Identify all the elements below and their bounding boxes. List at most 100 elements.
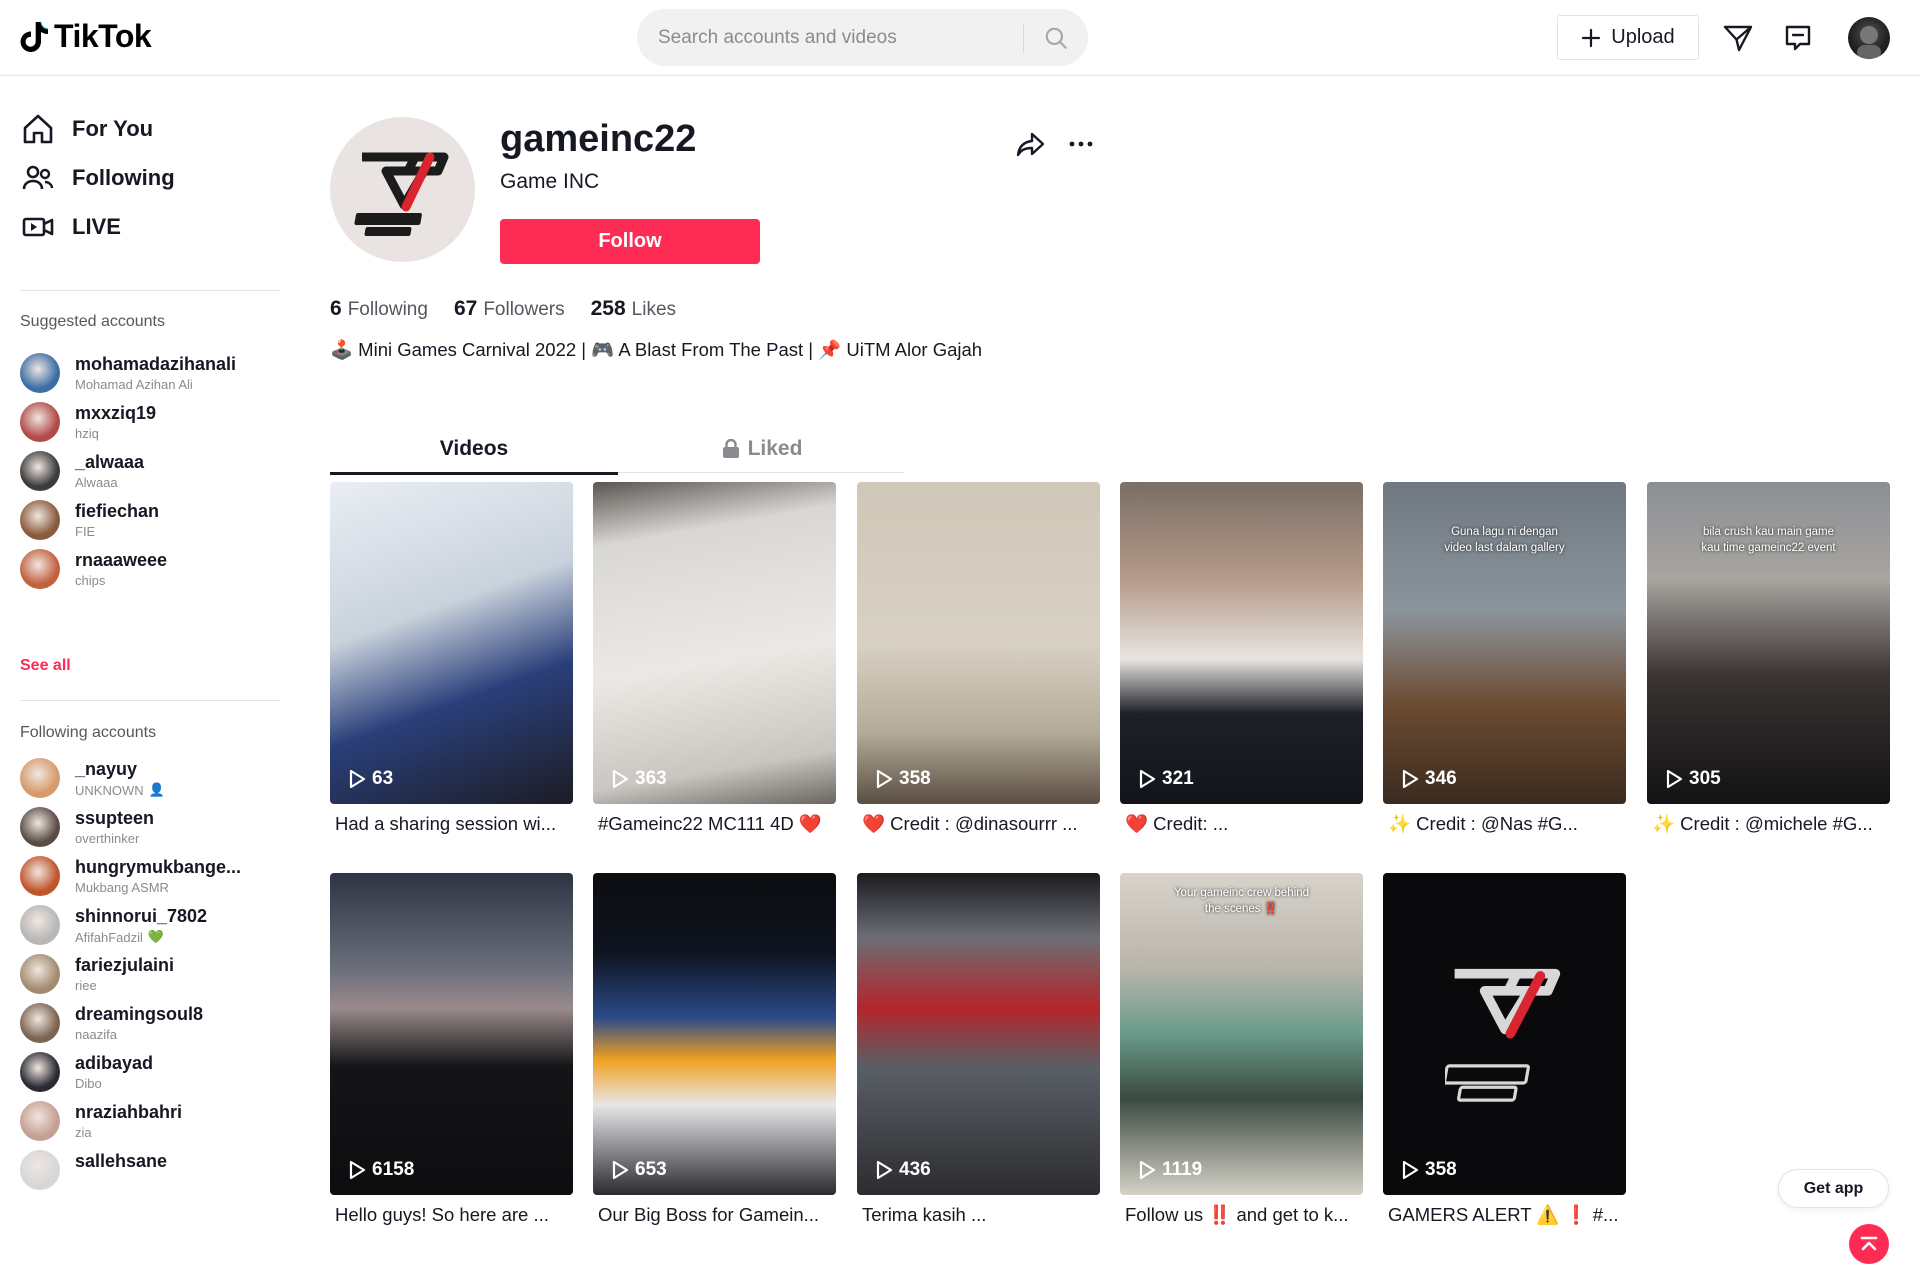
tiktok-logo[interactable]: TikTok <box>20 18 152 55</box>
tab-liked[interactable]: Liked <box>618 425 906 473</box>
account-nickname-text: overthinker <box>75 831 140 846</box>
account-nickname-text: zia <box>75 1125 92 1140</box>
video-caption[interactable]: #Gameinc22 MC111 4D ❤️ <box>593 813 833 835</box>
account-nickname: Mohamad Azihan Ali <box>75 377 193 392</box>
video-card[interactable]: 363 #Gameinc22 MC111 4D ❤️ <box>593 482 836 835</box>
nav-for-you[interactable]: For You <box>20 105 153 153</box>
video-caption[interactable]: ❤️ Credit: ... <box>1120 813 1360 835</box>
search-bar <box>637 9 1088 66</box>
user-avatar[interactable] <box>1848 17 1890 59</box>
account-nickname: Dibo <box>75 1076 102 1091</box>
video-caption[interactable]: Terima kasih ... <box>857 1204 1097 1226</box>
video-card[interactable]: 321 ❤️ Credit: ... <box>1120 482 1363 835</box>
account-username: _alwaaa <box>75 452 145 472</box>
gameinc-logo <box>1445 968 1561 1102</box>
video-thumbnail[interactable]: 358 <box>857 482 1100 804</box>
people-icon <box>22 165 54 190</box>
view-count: 6158 <box>348 1159 414 1181</box>
nav-live[interactable]: LIVE <box>20 203 121 251</box>
video-thumbnail[interactable]: 63 <box>330 482 573 804</box>
video-thumbnail[interactable]: 358 <box>1383 873 1626 1195</box>
account-avatar <box>20 1101 60 1141</box>
account-nickname: riee <box>75 978 97 993</box>
tab-label: Videos <box>439 437 509 460</box>
tab-videos[interactable]: Videos <box>330 425 618 475</box>
video-card[interactable]: 358 GAMERS ALERT ⚠️ ❗ #... <box>1383 873 1626 1226</box>
video-caption[interactable]: ✨ Credit : @michele #G... <box>1647 813 1887 835</box>
account-item[interactable]: fiefiechan FIE <box>20 494 290 546</box>
get-app-button[interactable]: Get app <box>1778 1169 1889 1208</box>
video-caption[interactable]: Follow us ‼️ and get to k... <box>1120 1204 1360 1226</box>
video-thumbnail[interactable]: Your gameinc crew behind the scenes ‼️ 11… <box>1120 873 1363 1195</box>
account-item[interactable]: mxxziq19 hziq <box>20 396 290 448</box>
upload-button[interactable]: Upload <box>1557 15 1699 60</box>
follow-button[interactable]: Follow <box>500 219 760 264</box>
video-caption[interactable]: Had a sharing session wi... <box>330 813 570 835</box>
account-username: nraziahbahri <box>75 1102 183 1122</box>
video-thumbnail[interactable]: 653 <box>593 873 836 1195</box>
nav-label: LIVE <box>72 214 121 239</box>
account-username: fiefiechan <box>75 501 160 521</box>
video-card[interactable]: 358 ❤️ Credit : @dinasourrr ... <box>857 482 1100 835</box>
account-item[interactable]: hungrymukbange... Mukbang ASMR <box>20 850 290 902</box>
video-thumbnail[interactable]: 6158 <box>330 873 573 1195</box>
scroll-to-top-button[interactable] <box>1849 1224 1889 1264</box>
video-thumbnail[interactable]: bila crush kau main game kau time gamein… <box>1647 482 1890 804</box>
followers-stat[interactable]: 67 Followers <box>454 297 565 321</box>
likes-stat: 258 Likes <box>591 297 676 321</box>
more-icon[interactable] <box>1065 128 1097 160</box>
video-thumbnail[interactable]: Guna lagu ni dengan video last dalam gal… <box>1383 482 1626 804</box>
account-nickname: naazifa <box>75 1027 117 1042</box>
see-all-link[interactable]: See all <box>20 657 71 675</box>
messages-button[interactable] <box>1720 20 1756 56</box>
search-button[interactable] <box>1035 18 1077 58</box>
account-item[interactable]: _alwaaa Alwaaa <box>20 445 290 497</box>
share-icon[interactable] <box>1014 128 1046 160</box>
search-input[interactable] <box>658 10 1028 65</box>
video-card[interactable]: bila crush kau main game kau time gamein… <box>1647 482 1890 835</box>
video-thumbnail[interactable]: 363 <box>593 482 836 804</box>
inbox-button[interactable] <box>1780 20 1816 56</box>
video-card[interactable]: 63 Had a sharing session wi... <box>330 482 573 835</box>
video-thumbnail[interactable]: 321 <box>1120 482 1363 804</box>
account-item[interactable]: dreamingsoul8 naazifa <box>20 997 290 1049</box>
video-caption[interactable]: Our Big Boss for Gamein... <box>593 1204 833 1226</box>
nav-following[interactable]: Following <box>20 154 175 202</box>
account-avatar <box>20 905 60 945</box>
account-nickname-text: chips <box>75 573 106 588</box>
view-count: 363 <box>611 768 667 790</box>
view-count: 436 <box>875 1159 931 1181</box>
following-stat[interactable]: 6 Following <box>330 297 428 321</box>
account-item[interactable]: shinnorui_7802 AfifahFadzil 💚 <box>20 899 290 951</box>
video-card[interactable]: 436 Terima kasih ... <box>857 873 1100 1226</box>
account-avatar <box>20 1003 60 1043</box>
account-item[interactable]: rnaaaweee chips <box>20 543 290 595</box>
video-thumbnail[interactable]: 436 <box>857 873 1100 1195</box>
video-caption[interactable]: ✨ Credit : @Nas #G... <box>1383 813 1623 835</box>
video-card[interactable]: Guna lagu ni dengan video last dalam gal… <box>1383 482 1626 835</box>
video-card[interactable]: 653 Our Big Boss for Gamein... <box>593 873 836 1226</box>
video-card[interactable]: Your gameinc crew behind the scenes ‼️ 11… <box>1120 873 1363 1226</box>
video-caption[interactable]: GAMERS ALERT ⚠️ ❗ #... <box>1383 1204 1623 1226</box>
video-card[interactable]: 6158 Hello guys! So here are ... <box>330 873 573 1226</box>
account-avatar <box>20 500 60 540</box>
video-caption[interactable]: ❤️ Credit : @dinasourrr ... <box>857 813 1097 835</box>
account-username: shinnorui_7802 <box>75 906 208 926</box>
account-item[interactable]: sallehsane <box>20 1144 290 1196</box>
account-item[interactable]: adibayad Dibo <box>20 1046 290 1098</box>
account-item[interactable]: _nayuy UNKNOWN 👤 <box>20 752 290 804</box>
account-item[interactable]: nraziahbahri zia <box>20 1095 290 1147</box>
search-icon <box>1045 27 1067 49</box>
followers-label: Followers <box>483 299 565 320</box>
play-icon <box>1139 769 1156 789</box>
account-username: hungrymukbange... <box>75 857 242 877</box>
account-item[interactable]: ssupteen overthinker <box>20 801 290 853</box>
account-item[interactable]: fariezjulaini riee <box>20 948 290 1000</box>
account-item[interactable]: mohamadazihanali Mohamad Azihan Ali <box>20 347 290 399</box>
user-avatar-image <box>1857 26 1881 59</box>
account-avatar <box>20 451 60 491</box>
account-badge: 💚 <box>147 929 165 944</box>
play-icon <box>1139 1160 1156 1180</box>
video-caption[interactable]: Hello guys! So here are ... <box>330 1204 570 1226</box>
play-icon <box>349 769 366 789</box>
